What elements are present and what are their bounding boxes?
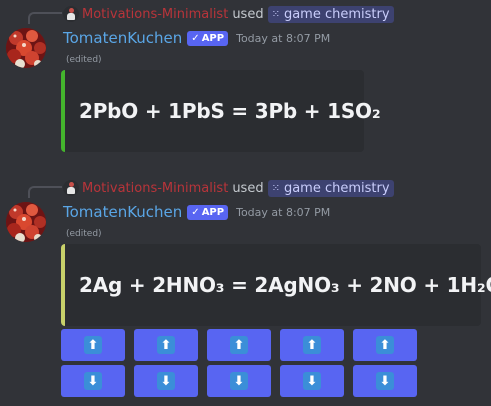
arrow-down-icon: ⬇	[230, 372, 248, 390]
edited-label: (edited)	[66, 229, 102, 239]
decrease-button-1[interactable]: ⬇	[61, 365, 125, 397]
badge-label: APP	[201, 206, 225, 218]
command-name: game chemistry	[283, 6, 390, 22]
verified-check-icon: ✓	[191, 206, 200, 218]
command-mention[interactable]: ⁙ game chemistry	[267, 5, 394, 23]
author-name[interactable]: TomatenKuchen	[63, 29, 182, 47]
coefficient-buttons: ⬆ ⬆ ⬆ ⬆ ⬆ ⬇ ⬇ ⬇ ⬇ ⬇	[61, 329, 421, 401]
reply-used-text: used	[232, 180, 264, 196]
decrease-button-3[interactable]: ⬇	[207, 365, 271, 397]
reply-avatar[interactable]	[63, 180, 79, 196]
command-name: game chemistry	[283, 180, 390, 196]
verified-check-icon: ✓	[191, 32, 200, 44]
decrease-button-4[interactable]: ⬇	[280, 365, 344, 397]
message-header: TomatenKuchen ✓ APP Today at 8:07 PM	[63, 202, 330, 222]
slash-command-icon: ⁙	[271, 182, 280, 194]
avatar[interactable]	[6, 202, 46, 242]
slash-command-icon: ⁙	[271, 8, 280, 20]
edited-label: (edited)	[66, 55, 102, 65]
equation-text: 2Ag + 2HNO₃ = 2AgNO₃ + 2NO + 1H₂O	[79, 273, 491, 297]
arrow-down-icon: ⬇	[157, 372, 175, 390]
increase-button-5[interactable]: ⬆	[353, 329, 417, 361]
increase-button-4[interactable]: ⬆	[280, 329, 344, 361]
equation-embed: 2PbO + 1PbS = 3Pb + 1SO₂	[61, 70, 381, 152]
reply-context[interactable]: Motivations-Minimalist used ⁙ game chemi…	[63, 179, 394, 197]
reply-connector	[28, 186, 62, 198]
avatar[interactable]	[6, 28, 46, 68]
author-name[interactable]: TomatenKuchen	[63, 203, 182, 221]
arrow-up-icon: ⬆	[230, 336, 248, 354]
arrow-up-icon: ⬆	[376, 336, 394, 354]
app-badge: ✓ APP	[187, 30, 229, 46]
reply-avatar[interactable]	[63, 6, 79, 22]
decrease-button-5[interactable]: ⬇	[353, 365, 417, 397]
reply-context[interactable]: Motivations-Minimalist used ⁙ game chemi…	[63, 5, 394, 23]
timestamp[interactable]: Today at 8:07 PM	[236, 32, 330, 45]
arrow-up-icon: ⬆	[84, 336, 102, 354]
increase-button-1[interactable]: ⬆	[61, 329, 125, 361]
equation-text: 2PbO + 1PbS = 3Pb + 1SO₂	[79, 99, 381, 123]
message-header: TomatenKuchen ✓ APP Today at 8:07 PM	[63, 28, 330, 48]
arrow-down-icon: ⬇	[84, 372, 102, 390]
reply-connector	[28, 12, 62, 24]
increase-button-3[interactable]: ⬆	[207, 329, 271, 361]
app-badge: ✓ APP	[187, 204, 229, 220]
increase-row: ⬆ ⬆ ⬆ ⬆ ⬆	[61, 329, 421, 361]
reply-username[interactable]: Motivations-Minimalist	[82, 7, 228, 22]
command-mention[interactable]: ⁙ game chemistry	[267, 179, 394, 197]
decrease-button-2[interactable]: ⬇	[134, 365, 198, 397]
timestamp[interactable]: Today at 8:07 PM	[236, 206, 330, 219]
equation-embed: 2Ag + 2HNO₃ = 2AgNO₃ + 2NO + 1H₂O	[61, 244, 491, 326]
decrease-row: ⬇ ⬇ ⬇ ⬇ ⬇	[61, 365, 421, 397]
arrow-down-icon: ⬇	[303, 372, 321, 390]
arrow-up-icon: ⬆	[303, 336, 321, 354]
message-1: Motivations-Minimalist used ⁙ game chemi…	[0, 0, 491, 200]
arrow-up-icon: ⬆	[157, 336, 175, 354]
arrow-down-icon: ⬇	[376, 372, 394, 390]
increase-button-2[interactable]: ⬆	[134, 329, 198, 361]
reply-used-text: used	[232, 6, 264, 22]
reply-username[interactable]: Motivations-Minimalist	[82, 181, 228, 196]
badge-label: APP	[201, 32, 225, 44]
